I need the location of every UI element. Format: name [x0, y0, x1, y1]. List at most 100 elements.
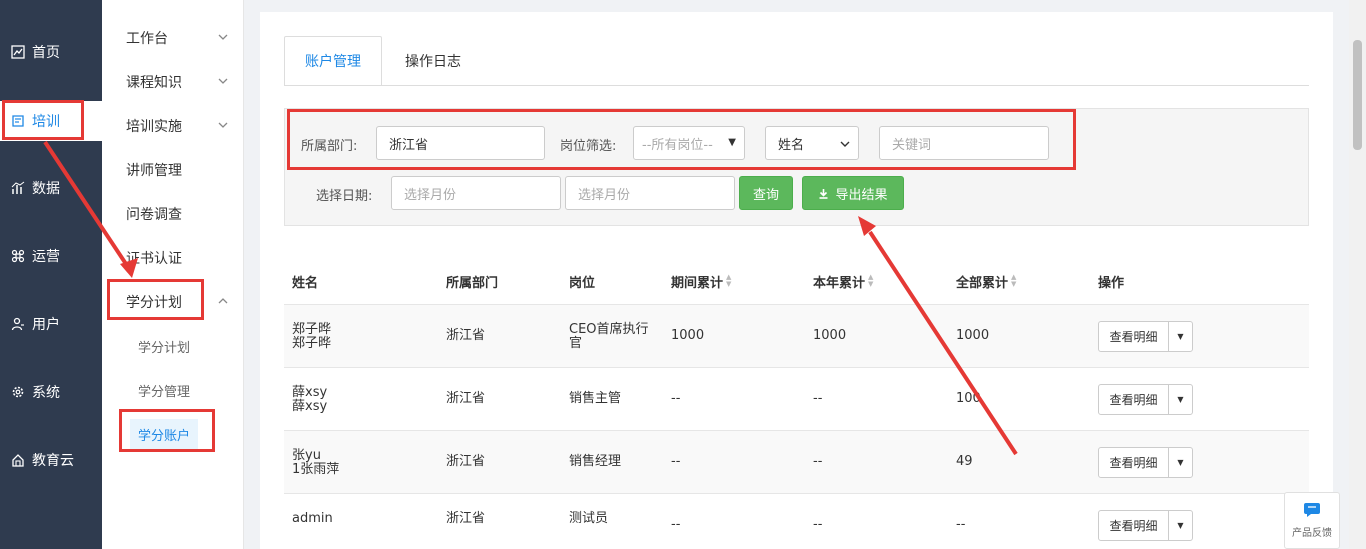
chevron-down-icon — [840, 141, 850, 147]
subnav-item-lecturer[interactable]: 讲师管理 — [102, 150, 244, 190]
subnav-child-label: 学分计划 — [138, 340, 191, 356]
chevron-up-icon — [218, 298, 228, 304]
cell-year: -- — [813, 391, 823, 406]
month-end-input[interactable]: 选择月份 — [565, 176, 735, 210]
detail-dropdown-toggle[interactable]: ▼ — [1169, 511, 1192, 540]
cell-period: -- — [671, 454, 681, 469]
header-label: 本年累计 — [813, 275, 866, 291]
export-button[interactable]: 导出结果 — [802, 176, 904, 210]
cell-name: 薛xsy 薛xsy — [292, 385, 328, 414]
col-header-period[interactable]: 期间累计 ▲ ▼ — [671, 257, 731, 305]
col-header-post: 岗位 — [569, 257, 595, 305]
feedback-widget[interactable]: 产品反馈 — [1284, 492, 1340, 549]
cell-post: 测试员 — [569, 511, 609, 526]
cell-total: -- — [956, 517, 966, 532]
table-row: 张yu 1张雨萍 浙江省 销售经理 -- -- 49 查看明细 ▼ — [284, 430, 1309, 493]
subnav-item-course[interactable]: 课程知识 — [102, 62, 244, 102]
cell-dept: 浙江省 — [446, 328, 486, 343]
sort-icon: ▲ ▼ — [868, 273, 874, 288]
tab-label: 账户管理 — [305, 54, 361, 70]
command-icon — [10, 248, 26, 264]
sort-icon: ▲ ▼ — [726, 273, 732, 288]
nav-item-label: 教育云 — [32, 453, 74, 469]
tab-label: 操作日志 — [405, 54, 461, 70]
month-start-input[interactable]: 选择月份 — [391, 176, 561, 210]
subnav-item-certificate[interactable]: 证书认证 — [102, 238, 244, 278]
post-label: 岗位筛选: — [560, 139, 617, 154]
caret-down-icon: ▼ — [1177, 521, 1184, 530]
subnav-child-label: 学分账户 — [130, 418, 199, 450]
detail-dropdown-toggle[interactable]: ▼ — [1169, 448, 1192, 477]
nav-item-system[interactable]: 系统 — [0, 372, 102, 412]
subnav-label: 课程知识 — [126, 75, 182, 91]
detail-dropdown-toggle[interactable]: ▼ — [1169, 385, 1192, 414]
feedback-label: 产品反馈 — [1292, 528, 1332, 539]
page-scrollbar[interactable] — [1349, 0, 1366, 549]
cell-dept: 浙江省 — [446, 454, 486, 469]
subnav-label: 培训实施 — [126, 119, 182, 135]
sort-icon: ▲ ▼ — [1011, 273, 1017, 288]
nav-item-label: 系统 — [32, 385, 60, 401]
view-detail-button[interactable]: 查看明细 — [1099, 385, 1169, 414]
tab-account-management[interactable]: 账户管理 — [284, 36, 382, 86]
col-header-dept: 所属部门 — [446, 257, 498, 305]
sub-sidebar: 工作台 课程知识 培训实施 讲师管理 问卷调查 证书认证 学分计划 学分计划 学… — [102, 0, 244, 549]
post-value: --所有岗位-- — [642, 137, 713, 153]
view-detail-group: 查看明细 ▼ — [1098, 321, 1193, 352]
subnav-label: 工作台 — [126, 31, 168, 47]
query-button[interactable]: 查询 — [739, 176, 793, 210]
view-detail-button[interactable]: 查看明细 — [1099, 511, 1169, 540]
subnav-label: 讲师管理 — [126, 163, 182, 179]
col-header-total[interactable]: 全部累计 ▲ ▼ — [956, 257, 1016, 305]
main-sidebar: 首页 培训 数据 运营 用户 系统 教育云 — [0, 0, 102, 549]
month-placeholder: 选择月份 — [404, 187, 457, 203]
tab-divider — [284, 85, 1309, 86]
header-label: 岗位 — [569, 275, 596, 291]
subnav-label: 证书认证 — [126, 251, 182, 267]
subnav-child-credit-plan[interactable]: 学分计划 — [102, 328, 244, 364]
nav-item-edu-cloud[interactable]: 教育云 — [0, 440, 102, 480]
caret-down-icon: ▼ — [1177, 332, 1184, 341]
caret-down-icon: ▼ — [728, 137, 736, 148]
subnav-child-credit-account[interactable]: 学分账户 — [102, 416, 244, 452]
view-detail-button[interactable]: 查看明细 — [1099, 448, 1169, 477]
name-select[interactable]: 姓名 — [765, 126, 859, 160]
dept-value: 浙江省 — [389, 137, 429, 153]
cell-dept: 浙江省 — [446, 511, 486, 526]
caret-down-icon: ▼ — [1177, 458, 1184, 467]
cell-post: CEO首席执行官 — [569, 322, 649, 351]
table-row: 薛xsy 薛xsy 浙江省 销售主管 -- -- 100 查看明细 ▼ — [284, 367, 1309, 430]
chevron-down-icon — [218, 78, 228, 84]
col-header-year[interactable]: 本年累计 ▲ ▼ — [813, 257, 873, 305]
header-label: 全部累计 — [956, 275, 1009, 291]
feedback-icon — [1304, 503, 1320, 517]
post-select[interactable]: --所有岗位-- ▼ — [633, 126, 745, 160]
cell-name: 郑子晔 郑子晔 — [292, 322, 332, 351]
subnav-item-survey[interactable]: 问卷调查 — [102, 194, 244, 234]
dept-label: 所属部门: — [301, 139, 358, 154]
tab-operation-log[interactable]: 操作日志 — [388, 36, 478, 86]
nav-item-label: 培训 — [32, 114, 60, 130]
subnav-item-implement[interactable]: 培训实施 — [102, 106, 244, 146]
subnav-child-label: 学分管理 — [138, 384, 191, 400]
subnav-item-workbench[interactable]: 工作台 — [102, 18, 244, 58]
keyword-input[interactable]: 关键词 — [879, 126, 1049, 160]
cell-period: -- — [671, 517, 681, 532]
table-row: admin 浙江省 测试员 -- -- -- 查看明细 ▼ — [284, 493, 1309, 549]
scrollbar-thumb[interactable] — [1353, 40, 1362, 150]
cell-year: -- — [813, 517, 823, 532]
cloud-icon — [10, 452, 26, 468]
subnav-child-credit-manage[interactable]: 学分管理 — [102, 372, 244, 408]
col-header-action: 操作 — [1098, 257, 1124, 305]
dept-input[interactable]: 浙江省 — [376, 126, 545, 160]
detail-dropdown-toggle[interactable]: ▼ — [1169, 322, 1192, 351]
nav-item-operations[interactable]: 运营 — [0, 236, 102, 276]
name-select-value: 姓名 — [778, 137, 805, 153]
nav-item-users[interactable]: 用户 — [0, 304, 102, 344]
cell-period: 1000 — [671, 328, 705, 343]
subnav-item-credit-plan[interactable]: 学分计划 — [102, 282, 244, 322]
nav-item-training[interactable]: 培训 — [0, 101, 102, 141]
nav-item-data[interactable]: 数据 — [0, 168, 102, 208]
view-detail-button[interactable]: 查看明细 — [1099, 322, 1169, 351]
nav-item-home[interactable]: 首页 — [0, 32, 102, 72]
